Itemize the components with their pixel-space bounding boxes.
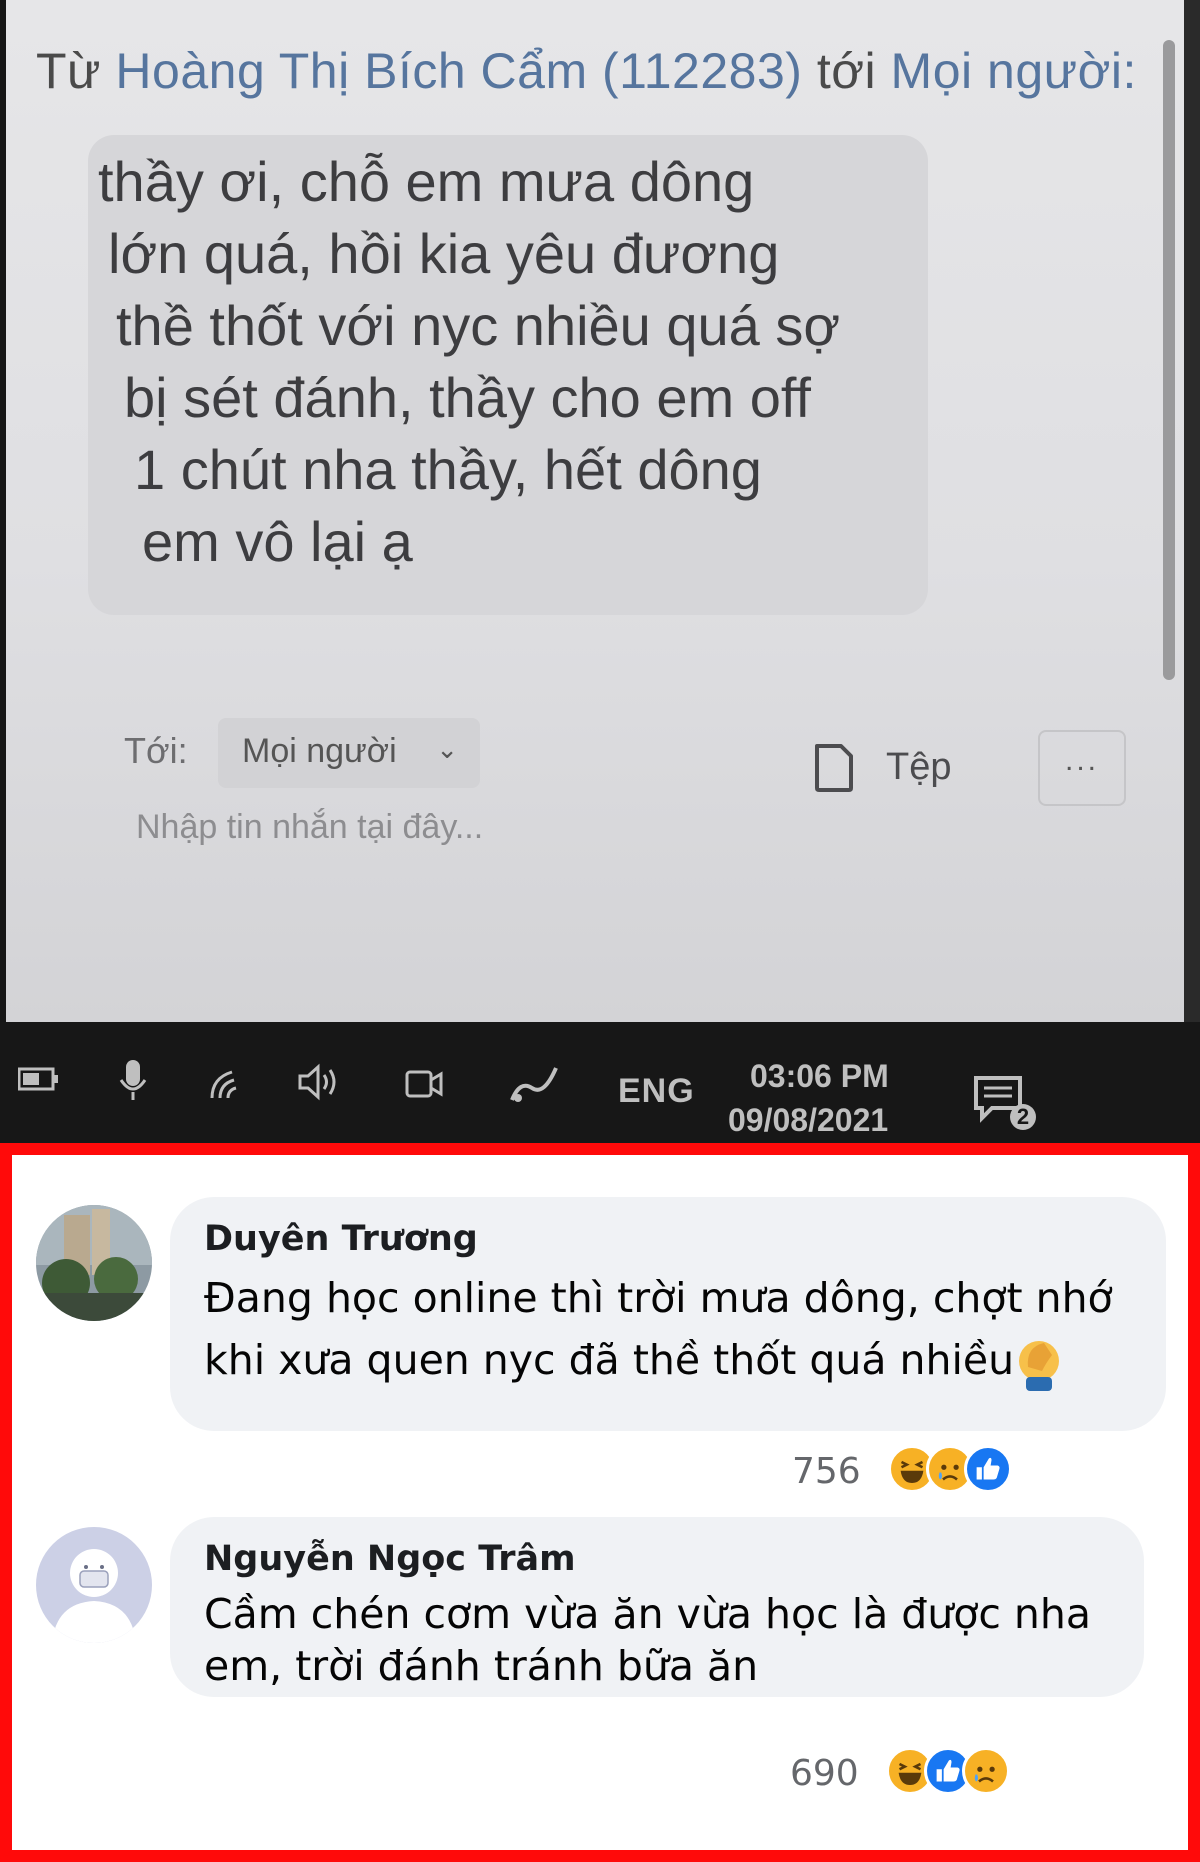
battery-icon[interactable] bbox=[18, 1066, 60, 1092]
message-line: bị sét đánh, thầy cho em off bbox=[124, 366, 811, 429]
recipient-dropdown[interactable]: Mọi người ⌄ bbox=[218, 718, 480, 788]
taskbar: ENG 03:06 PM 09/08/2021 2 bbox=[0, 1022, 1200, 1143]
default-avatar-icon bbox=[36, 1527, 152, 1643]
file-icon[interactable] bbox=[811, 742, 857, 794]
comment-author[interactable]: Duyên Trương bbox=[204, 1219, 478, 1259]
reaction-count: 690 bbox=[790, 1753, 859, 1794]
avatar-photo bbox=[36, 1205, 152, 1321]
reaction-summary[interactable]: 756 bbox=[792, 1445, 1182, 1493]
chat-photo: Từ Hoàng Thị Bích Cẩm (112283) tới Mọi n… bbox=[0, 0, 1200, 1143]
facepalm-emoji-icon bbox=[1019, 1341, 1059, 1391]
message-header: Từ Hoàng Thị Bích Cẩm (112283) tới Mọi n… bbox=[36, 42, 1137, 100]
more-dots-icon: ... bbox=[1064, 744, 1099, 777]
meet-icon[interactable] bbox=[404, 1066, 444, 1102]
message-line: lớn quá, hồi kia yêu đương bbox=[108, 222, 780, 285]
message-input[interactable]: Nhập tin nhắn tại đây... bbox=[136, 808, 483, 847]
recipient-dropdown-value: Mọi người bbox=[242, 732, 397, 770]
notification-count-badge: 2 bbox=[1010, 1104, 1036, 1130]
clock-date[interactable]: 09/08/2021 bbox=[728, 1102, 888, 1139]
more-options-button[interactable]: ... bbox=[1038, 730, 1126, 806]
file-button-label[interactable]: Tệp bbox=[886, 746, 951, 789]
to-label: Tới: bbox=[124, 730, 188, 771]
reaction-summary[interactable]: 690 bbox=[790, 1747, 1182, 1795]
chat-window: Từ Hoàng Thị Bích Cẩm (112283) tới Mọi n… bbox=[6, 0, 1196, 1022]
comment-text-line: Đang học online thì trời mưa dông, chợt … bbox=[204, 1274, 1113, 1322]
message-line: em vô lại ạ bbox=[142, 510, 413, 573]
comment-bubble: Duyên Trương Đang học online thì trời mư… bbox=[170, 1197, 1166, 1431]
comment-text-line: em, trời đánh tránh bữa ăn bbox=[204, 1642, 759, 1690]
avatar[interactable] bbox=[36, 1527, 152, 1643]
like-reaction-icon bbox=[964, 1445, 1012, 1493]
chevron-down-icon: ⌄ bbox=[436, 734, 458, 764]
screen-bezel bbox=[1184, 0, 1200, 1022]
comments-list: Duyên Trương Đang học online thì trời mư… bbox=[12, 1155, 1188, 1850]
sender-name[interactable]: Hoàng Thị Bích Cẩm (112283) bbox=[115, 43, 802, 99]
comments-frame: Duyên Trương Đang học online thì trời mư… bbox=[0, 1143, 1200, 1862]
sad-reaction-icon bbox=[962, 1747, 1010, 1795]
pen-workspace-icon[interactable] bbox=[506, 1062, 562, 1106]
wifi-icon[interactable] bbox=[208, 1062, 252, 1102]
input-language[interactable]: ENG bbox=[618, 1072, 695, 1111]
comment-author[interactable]: Nguyễn Ngọc Trâm bbox=[204, 1539, 576, 1579]
clock-time[interactable]: 03:06 PM bbox=[750, 1058, 889, 1095]
reaction-count: 756 bbox=[792, 1451, 861, 1492]
message-bubble: thầy ơi, chỗ em mưa dông lớn quá, hồi ki… bbox=[88, 135, 928, 615]
message-line: thề thốt với nyc nhiều quá sợ bbox=[116, 294, 841, 357]
scrollbar[interactable] bbox=[1163, 40, 1175, 680]
message-line: 1 chút nha thầy, hết dông bbox=[134, 438, 762, 501]
comment-bubble: Nguyễn Ngọc Trâm Cầm chén cơm vừa ăn vừa… bbox=[170, 1517, 1144, 1697]
microphone-icon[interactable] bbox=[118, 1058, 148, 1102]
from-prefix: Từ bbox=[36, 43, 102, 99]
to-word: tới bbox=[816, 43, 877, 99]
volume-icon[interactable] bbox=[296, 1062, 348, 1102]
recipient-name[interactable]: Mọi người: bbox=[891, 43, 1137, 99]
avatar[interactable] bbox=[36, 1205, 152, 1321]
comment-text-line: khi xưa quen nyc đã thề thốt quá nhiều bbox=[204, 1336, 1015, 1384]
message-line: thầy ơi, chỗ em mưa dông bbox=[98, 150, 755, 213]
